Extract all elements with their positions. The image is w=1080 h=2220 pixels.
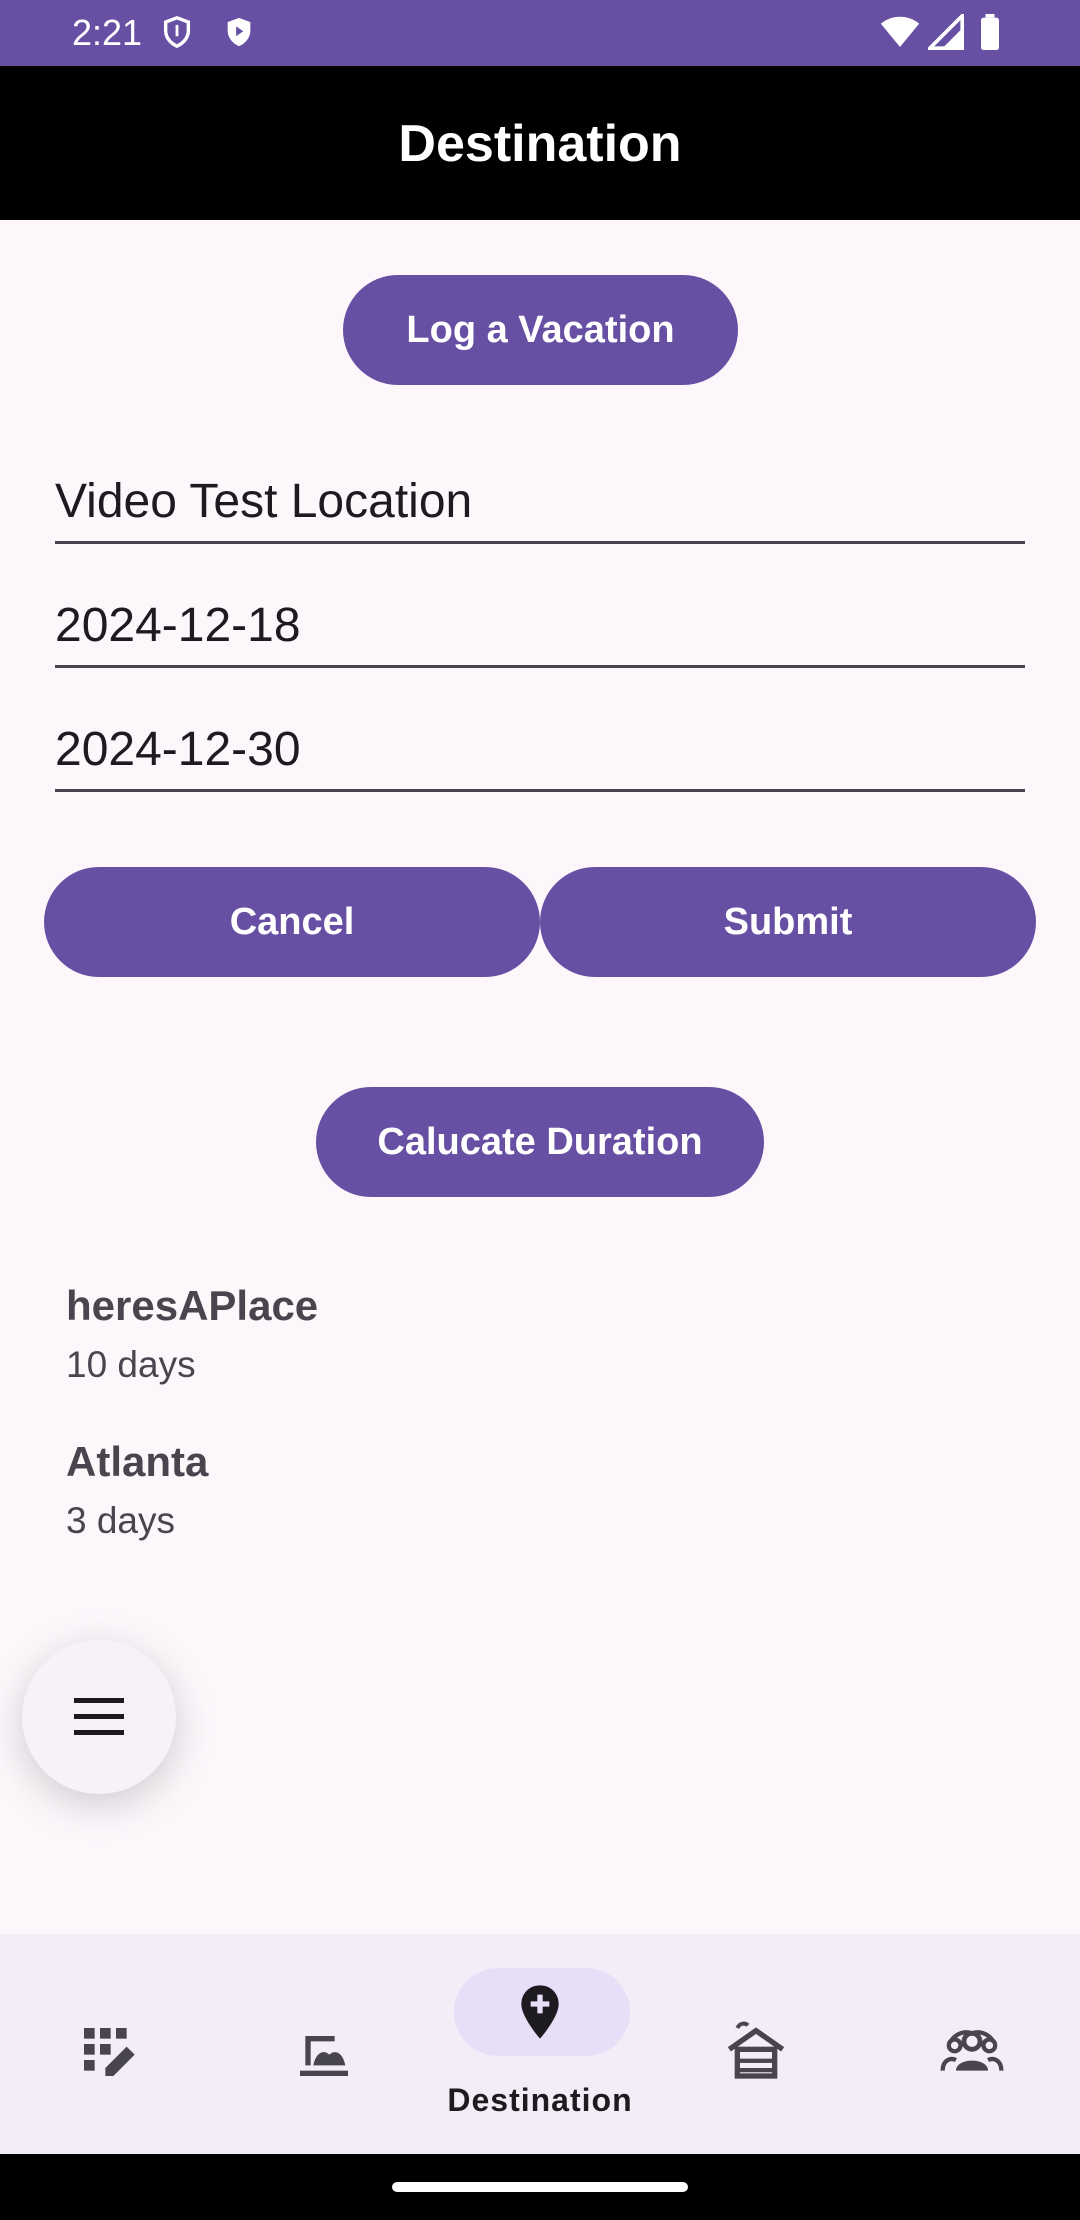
nav-item-lodging[interactable] <box>648 1934 864 2154</box>
status-time: 2:21 <box>72 12 143 53</box>
cabin-icon <box>727 2021 785 2079</box>
battery-icon <box>978 14 1002 55</box>
list-item[interactable]: Atlanta 3 days <box>66 1438 208 1542</box>
destination-name: Atlanta <box>66 1438 209 1485</box>
submit-button[interactable]: Submit <box>540 867 1036 977</box>
wifi-icon <box>880 14 920 55</box>
shield-icon <box>160 14 194 55</box>
destination-name: heresAPlace <box>66 1282 319 1329</box>
bottom-navigation: Destination <box>0 1934 1080 2154</box>
page-title: Destination <box>398 115 682 173</box>
destination-duration: 3 days <box>66 1500 176 1541</box>
nav-label-destination: Destination <box>447 2082 633 2118</box>
cancel-button[interactable]: Cancel <box>44 867 540 977</box>
boat-landscape-icon <box>300 2036 348 2076</box>
nav-item-destination[interactable]: Destination <box>432 1934 648 2154</box>
edit-grid-icon <box>84 2028 135 2076</box>
location-value: Video Test Location <box>55 475 473 528</box>
menu-icon <box>74 1698 124 1735</box>
menu-fab[interactable] <box>22 1640 176 1794</box>
location-field[interactable]: Video Test Location <box>55 463 1025 544</box>
top-app-bar: Destination <box>0 66 1080 220</box>
start-date-field[interactable]: 2024-12-18 <box>55 587 1025 668</box>
home-handle[interactable] <box>392 2182 688 2192</box>
calculate-duration-button[interactable]: Calucate Duration <box>316 1087 764 1197</box>
start-date-value: 2024-12-18 <box>55 599 301 652</box>
play-protect-icon <box>222 14 256 55</box>
end-date-field[interactable]: 2024-12-30 <box>55 711 1025 792</box>
group-icon <box>940 2030 1004 2071</box>
status-bar: 2:21 <box>0 0 1080 66</box>
nav-item-vacation[interactable] <box>216 1934 432 2154</box>
gesture-bar <box>0 2154 1080 2220</box>
add-location-icon <box>521 1985 559 2039</box>
signal-icon <box>925 11 964 55</box>
nav-item-group[interactable] <box>864 1934 1080 2154</box>
nav-item-edit[interactable] <box>0 1934 216 2154</box>
log-vacation-button[interactable]: Log a Vacation <box>343 275 738 385</box>
destination-duration: 10 days <box>66 1344 196 1385</box>
list-item[interactable]: heresAPlace 10 days <box>66 1282 318 1386</box>
end-date-value: 2024-12-30 <box>55 723 301 776</box>
